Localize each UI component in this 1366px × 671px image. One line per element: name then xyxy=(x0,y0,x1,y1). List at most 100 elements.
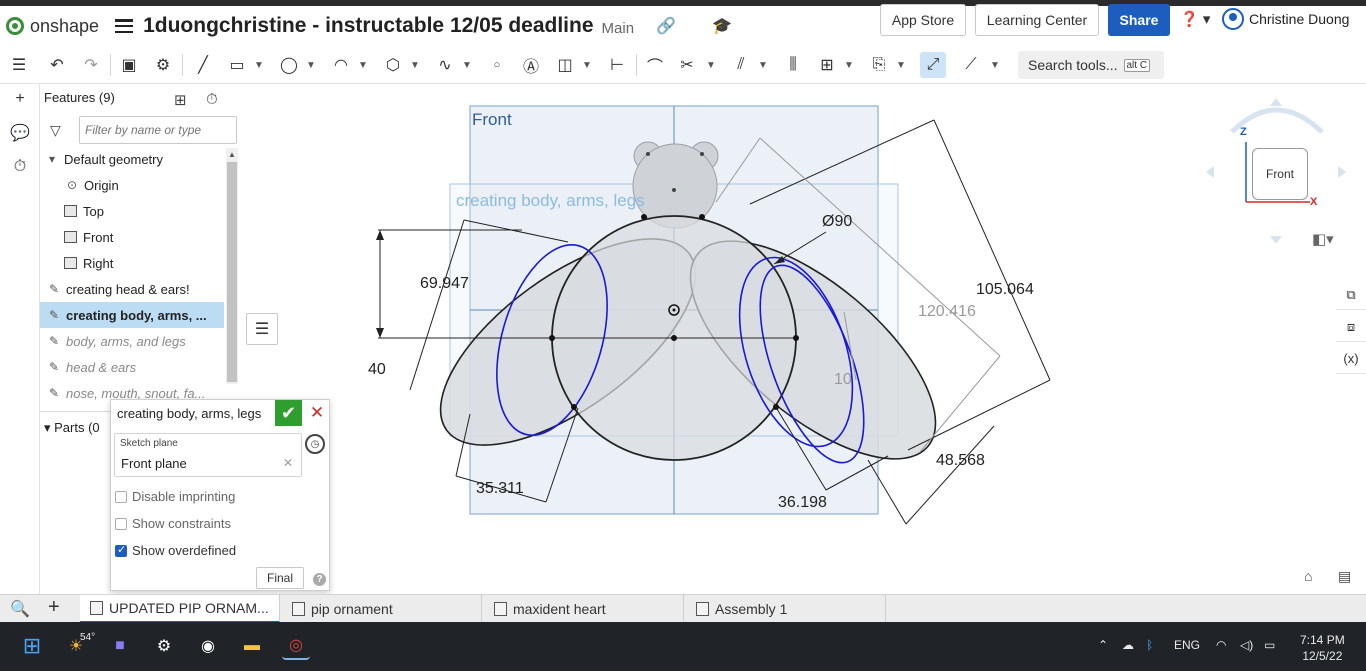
document-title[interactable]: 1duongchristine - instructable 12/05 dea… xyxy=(143,14,593,38)
feature-filter-input[interactable] xyxy=(79,116,237,144)
chevron-down-icon[interactable]: ▼ xyxy=(252,52,266,78)
close-icon[interactable]: ✕ xyxy=(305,401,329,425)
new-sketch-icon[interactable]: ▣ xyxy=(116,52,142,78)
offset-tool-icon[interactable]: ⫽ xyxy=(728,52,754,78)
tab-part-studio[interactable]: maxident heart xyxy=(484,595,684,623)
onedrive-cloud-icon[interactable]: ☁ xyxy=(1122,638,1134,652)
show-overdefined-checkbox[interactable]: Show overdefined xyxy=(115,543,236,558)
menu-icon[interactable] xyxy=(115,19,134,33)
text-tool-icon[interactable]: Ⓐ xyxy=(518,52,544,78)
final-button[interactable]: Final xyxy=(256,567,304,589)
tree-item-right[interactable]: Right xyxy=(40,250,224,276)
add-feature-icon[interactable]: + xyxy=(9,88,31,110)
search-tools-input[interactable]: Search tools... alt C xyxy=(1018,51,1164,79)
volume-icon[interactable]: ◁) xyxy=(1240,638,1253,652)
feature-tree-scrollbar[interactable]: ▲ xyxy=(226,148,238,384)
camera-icon[interactable]: ◉ xyxy=(194,632,222,660)
sketch-settings-icon[interactable]: ⚙ xyxy=(150,52,176,78)
point-tool-icon[interactable]: ○ xyxy=(484,52,510,78)
clear-icon[interactable]: ✕ xyxy=(283,456,293,470)
feature-list-toggle-icon[interactable]: ☰ xyxy=(246,313,278,345)
default-geometry-group[interactable]: ▾ Default geometry xyxy=(40,146,224,172)
view-cube[interactable]: Front Z X ◧▾ xyxy=(1196,92,1366,262)
appearance-panel-icon[interactable]: ⧉ xyxy=(1336,280,1366,310)
windows-start-icon[interactable]: ⊞ xyxy=(18,632,46,660)
chevron-down-icon[interactable]: ▼ xyxy=(756,52,770,78)
confirm-check-icon[interactable]: ✔ xyxy=(275,400,302,426)
help-icon[interactable]: ❓ ▾ xyxy=(1180,10,1210,28)
filter-icon[interactable]: ▽ xyxy=(50,122,61,139)
history-icon[interactable]: ⏱ xyxy=(9,156,31,178)
scrollbar-thumb[interactable] xyxy=(227,162,237,382)
redo-icon[interactable]: ↷ xyxy=(78,52,104,78)
fillet-tool-icon[interactable]: ⌒ xyxy=(642,52,668,78)
rollback-timer-icon[interactable]: ⏱ xyxy=(206,91,218,108)
tree-item-top[interactable]: Top xyxy=(40,198,224,224)
tab-search-icon[interactable]: 🔍 xyxy=(10,599,30,619)
checkbox-unchecked[interactable] xyxy=(115,517,127,530)
snap-tool-icon[interactable]: ⟋ xyxy=(958,52,984,78)
tab-part-studio[interactable]: pip ornament xyxy=(282,595,482,623)
system-clock[interactable]: 7:14 PM 12/5/22 xyxy=(1300,632,1345,664)
app-store-button[interactable]: App Store xyxy=(880,4,966,36)
tree-item-rolled-back[interactable]: ✎ head & ears xyxy=(40,354,224,380)
view-cube-menu-icon[interactable]: ◧▾ xyxy=(1312,230,1334,248)
chat-icon[interactable]: ■ xyxy=(106,632,134,660)
comments-icon[interactable]: 💬 xyxy=(9,122,31,144)
tree-item-sketch[interactable]: ✎ creating head & ears! xyxy=(40,276,224,302)
chevron-down-icon[interactable]: ▼ xyxy=(842,52,856,78)
tree-item-rolled-back[interactable]: ✎ body, arms, and legs xyxy=(40,328,224,354)
arc-tool-icon[interactable]: ◠ xyxy=(328,52,354,78)
construction-tool-icon[interactable]: ◫ xyxy=(552,52,578,78)
onshape-logo[interactable]: onshape xyxy=(6,16,99,37)
tab-assembly[interactable]: Assembly 1 xyxy=(686,595,886,623)
tray-chevron-up-icon[interactable]: ⌃ xyxy=(1098,638,1108,652)
measure-icon[interactable]: ⌂ xyxy=(1304,568,1312,584)
add-tab-icon[interactable]: + xyxy=(48,596,60,619)
sketch-mode-icon[interactable]: ⤢ xyxy=(920,52,946,78)
chevron-down-icon[interactable]: ▼ xyxy=(304,52,318,78)
dimension-tool-icon[interactable]: ⊢ xyxy=(604,52,630,78)
share-button[interactable]: Share xyxy=(1108,4,1170,36)
sketch-dialog-title[interactable]: creating body, arms, legs xyxy=(117,406,261,421)
graduation-cap-icon[interactable]: 🎓 xyxy=(712,16,732,36)
variables-panel-icon[interactable]: (x) xyxy=(1336,344,1366,374)
tab-part-studio-active[interactable]: UPDATED PIP ORNAM... xyxy=(80,595,280,623)
parts-group[interactable]: ▾ Parts (0 xyxy=(44,420,100,436)
disable-imprinting-checkbox[interactable]: Disable imprinting xyxy=(115,489,235,504)
wifi-icon[interactable]: ◠ xyxy=(1216,638,1226,652)
workspace-label[interactable]: Main xyxy=(602,20,635,37)
chevron-down-icon[interactable]: ▼ xyxy=(580,52,594,78)
rectangle-tool-icon[interactable]: ▭ xyxy=(224,52,250,78)
polygon-tool-icon[interactable]: ⬡ xyxy=(380,52,406,78)
chevron-down-icon[interactable]: ▼ xyxy=(894,52,908,78)
link-icon[interactable]: 🔗 xyxy=(656,16,676,36)
chevron-down-icon[interactable]: ▼ xyxy=(460,52,474,78)
view-cube-face-front[interactable]: Front xyxy=(1252,148,1308,200)
circle-tool-icon[interactable]: ◯ xyxy=(276,52,302,78)
chrome-icon[interactable]: ◎ xyxy=(282,632,310,660)
scroll-up-icon[interactable]: ▲ xyxy=(228,150,236,159)
help-icon[interactable]: ? xyxy=(313,573,326,586)
learning-center-button[interactable]: Learning Center xyxy=(975,4,1099,36)
show-constraints-checkbox[interactable]: Show constraints xyxy=(115,516,231,531)
settings-icon[interactable]: ⚙ xyxy=(150,632,178,660)
language-indicator[interactable]: ENG xyxy=(1174,638,1200,652)
tree-item-sketch-selected[interactable]: ✎ creating body, arms, ... xyxy=(40,302,224,328)
tree-item-front[interactable]: Front xyxy=(40,224,224,250)
tree-item-origin[interactable]: ⊙ Origin xyxy=(40,172,224,198)
sketch-plane-field[interactable]: Sketch plane Front plane ✕ xyxy=(114,433,302,477)
chevron-down-icon[interactable]: ▼ xyxy=(408,52,422,78)
new-folder-icon[interactable]: ⊞ xyxy=(174,91,187,109)
pattern-tool-icon[interactable]: ⊞ xyxy=(814,52,840,78)
trim-tool-icon[interactable]: ✂ xyxy=(674,52,700,78)
graphics-settings-icon[interactable]: ▤ xyxy=(1338,568,1351,585)
file-explorer-icon[interactable]: ▬ xyxy=(238,632,266,660)
battery-icon[interactable]: ▭ xyxy=(1264,638,1275,652)
chevron-down-icon[interactable]: ▼ xyxy=(356,52,370,78)
chevron-down-icon[interactable]: ▼ xyxy=(704,52,718,78)
mirror-tool-icon[interactable]: ⫼ xyxy=(780,52,806,78)
chevron-down-icon[interactable]: ▼ xyxy=(988,52,1002,78)
checkbox-checked[interactable] xyxy=(115,543,127,557)
dxf-import-icon[interactable]: ⎘ xyxy=(866,52,892,78)
